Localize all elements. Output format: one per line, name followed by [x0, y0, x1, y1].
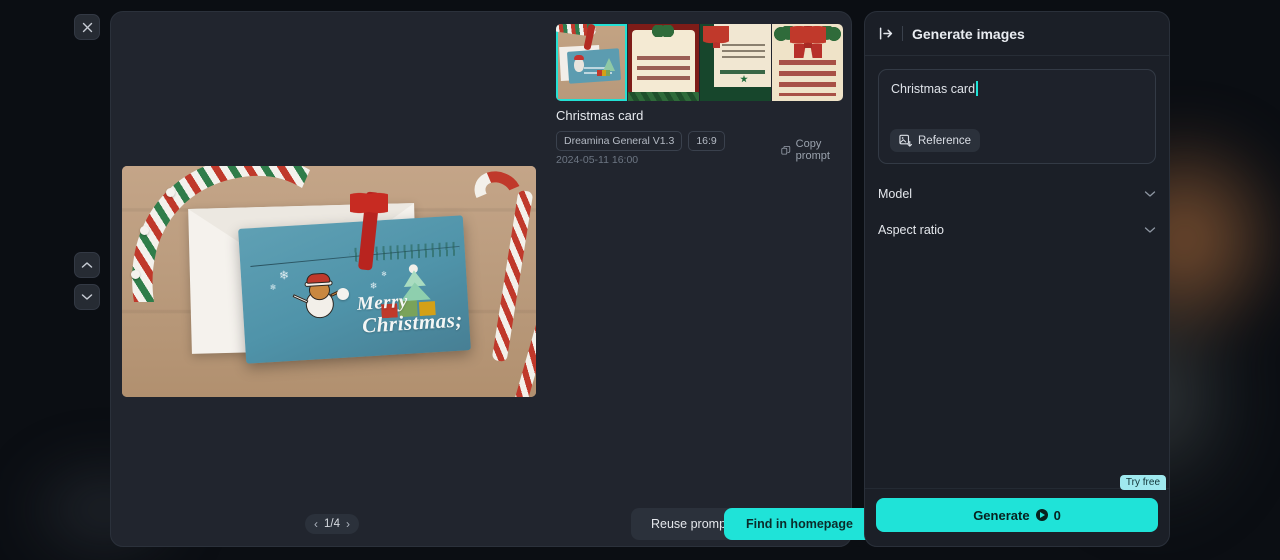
snowman-illustration: [292, 272, 345, 319]
pagination-next-icon[interactable]: ›: [344, 518, 352, 530]
thumb-script-heading: [720, 66, 765, 76]
image-upload-icon: [899, 134, 912, 147]
snowflake-icon: ❄: [269, 282, 277, 293]
chevron-down-icon: [1144, 191, 1156, 197]
thumb-bottom-border: [628, 92, 699, 101]
image-title: Christmas card: [556, 108, 644, 123]
collapse-panel-icon: [879, 27, 893, 40]
generate-panel-header: Generate images: [865, 12, 1169, 56]
pagination-control[interactable]: ‹ 1/4 ›: [305, 514, 359, 534]
copy-icon: [781, 145, 791, 155]
snowflake-icon: ❄: [380, 270, 388, 279]
thumb-red-bow: [703, 26, 729, 48]
aspect-ratio-option-label: Aspect ratio: [878, 223, 945, 237]
snowflake-icon: ❄: [278, 267, 290, 283]
reference-button[interactable]: Reference: [890, 129, 981, 152]
credit-coin-icon: [1035, 509, 1048, 521]
find-in-homepage-button[interactable]: Find in homepage: [724, 508, 875, 540]
card-greeting-line2: Christmas;: [361, 307, 464, 338]
close-icon: [82, 22, 92, 32]
prompt-input[interactable]: Christmas card Reference: [878, 69, 1156, 164]
garland-ball: [166, 188, 175, 197]
garland-ball: [140, 226, 149, 235]
header-divider: [902, 26, 903, 41]
snowflake-icon: ❄: [369, 280, 378, 292]
thumbnail-item-3[interactable]: [700, 24, 771, 101]
image-date: 2024-05-11 16:00: [556, 154, 639, 166]
thumbnail-item-1[interactable]: [556, 24, 627, 101]
chevron-down-icon: [81, 294, 93, 300]
thumb-green-band-bottom: [700, 87, 771, 101]
thumb-santa-hat: [574, 55, 584, 60]
text-caret: [976, 81, 978, 96]
model-tag: Dreamina General V1.3: [556, 131, 683, 151]
image-preview[interactable]: ❄ ❄ ❄ ❄ Merry Christmas;: [122, 166, 536, 397]
model-option-label: Model: [878, 187, 913, 201]
close-button[interactable]: [74, 14, 100, 40]
generate-panel-title: Generate images: [912, 25, 1025, 42]
aspect-ratio-option-row[interactable]: Aspect ratio: [878, 212, 1156, 248]
thumb-red-bow: [790, 26, 826, 48]
prompt-value: Christmas card: [891, 82, 976, 96]
thumbnail-strip: [556, 24, 843, 101]
thumb-holly: [652, 25, 674, 37]
chevron-down-icon: [1144, 227, 1156, 233]
next-image-button[interactable]: [74, 284, 100, 310]
thumb-snowman: [574, 58, 584, 72]
thumbnail-item-4[interactable]: [772, 24, 843, 101]
generate-button-label: Generate: [973, 507, 1030, 523]
aspect-ratio-tag: 16:9: [688, 131, 725, 151]
thumbnail-item-2[interactable]: [628, 24, 699, 101]
try-free-badge: Try free: [1119, 475, 1166, 490]
app-root: ⋯: [0, 0, 1280, 560]
generate-button[interactable]: Generate 0: [876, 498, 1158, 532]
garland-ball: [131, 270, 140, 279]
generate-panel-footer: Try free Generate 0: [865, 475, 1169, 546]
thumb-star: [740, 75, 748, 83]
copy-prompt-button[interactable]: Copy prompt: [781, 138, 851, 162]
white-ornament-ball: [337, 288, 349, 300]
thumb-script-text: [637, 50, 690, 84]
generate-images-panel: Generate images Christmas card Reference…: [864, 11, 1170, 547]
copy-prompt-label: Copy prompt: [795, 138, 830, 162]
thumb-gifts: [597, 70, 610, 76]
model-option-row[interactable]: Model: [878, 176, 1156, 212]
christmas-card: ❄ ❄ ❄ ❄ Merry Christmas;: [238, 215, 471, 364]
pagination-prev-icon[interactable]: ‹: [312, 518, 320, 530]
image-detail-panel: ⋯: [110, 11, 875, 547]
credit-count: 0: [1053, 507, 1061, 523]
pagination-label: 1/4: [324, 518, 340, 530]
chevron-up-icon: [81, 262, 93, 268]
red-ribbon-knot: [350, 188, 388, 218]
previous-image-button[interactable]: [74, 252, 100, 278]
thumb-script-text: [779, 54, 836, 96]
reference-label: Reference: [918, 134, 972, 147]
